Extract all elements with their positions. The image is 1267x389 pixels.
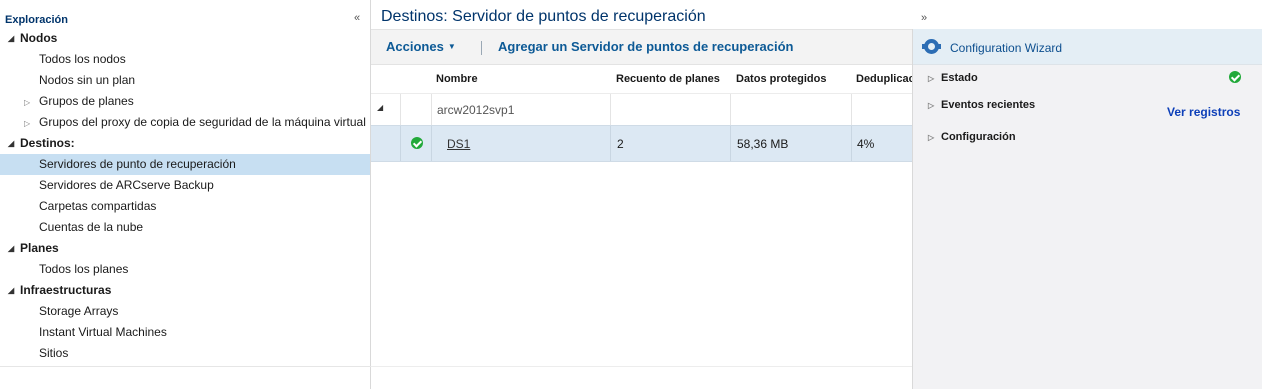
column-header-recuento[interactable]: Recuento de planes [616,73,720,85]
caret-down-icon: ▼ [447,42,456,51]
servers-grid: Nombre Recuento de planes Datos protegid… [371,66,915,162]
toolbar: Acciones ▼ Agregar un Servidor de puntos … [371,29,912,65]
exploration-header: Exploración « [0,0,370,28]
column-divider [851,126,852,161]
column-divider [610,126,611,161]
column-divider [610,94,611,125]
table-row[interactable]: DS1 2 58,36 MB 4% [371,125,912,162]
grid-footer [371,366,912,389]
section-label: Configuración [941,131,1016,143]
triangle-right-icon[interactable]: ▷ [928,101,934,110]
tree-item-instant-vms[interactable]: Instant Virtual Machines [0,322,370,343]
page-title: Destinos: Servidor de puntos de recupera… [381,8,706,25]
server-group-row[interactable]: ◢ arcw2012svp1 [371,93,912,125]
section-configuracion[interactable]: ▷ Configuración [913,131,1263,153]
tree-item-carpetas-compartidas[interactable]: Carpetas compartidas [0,196,370,217]
actions-menu-button[interactable]: Acciones ▼ [386,39,456,54]
datastore-link[interactable]: DS1 [447,137,470,151]
configuration-wizard-link[interactable]: Configuration Wizard [950,41,1062,55]
triangle-down-icon[interactable]: ◢ [8,28,20,49]
column-divider [730,126,731,161]
tree-item-cuentas-nube[interactable]: Cuentas de la nube [0,217,370,238]
tree-group-infraestructuras[interactable]: ◢ Infraestructuras [0,280,370,301]
protected-data-cell: 58,36 MB [737,137,789,151]
details-panel: Configuration Wizard ▷ Estado ▷ Eventos … [912,29,1262,389]
tree-item-label: Grupos de planes [39,94,134,108]
main-content: Destinos: Servidor de puntos de recupera… [371,0,915,389]
gear-icon [922,39,941,54]
exploration-panel: Exploración « ◢ Nodos Todos los nodos No… [0,0,371,389]
tree-item-servidores-punto-recuperacion[interactable]: Servidores de punto de recuperación [0,154,370,175]
grid-header: Nombre Recuento de planes Datos protegid… [371,66,915,93]
exploration-title: Exploración [5,14,68,26]
tree-group-label: Infraestructuras [20,283,112,297]
column-divider [730,94,731,125]
expand-right-icon[interactable]: » [921,12,927,24]
triangle-down-icon[interactable]: ◢ [8,133,20,154]
tree-item-grupos-de-planes[interactable]: ▷ Grupos de planes [0,91,370,112]
tree-group-planes[interactable]: ◢ Planes [0,238,370,259]
triangle-right-icon[interactable]: ▷ [928,74,934,83]
triangle-right-icon[interactable]: ▷ [24,92,39,113]
column-divider [400,94,401,125]
actions-label: Acciones [386,39,444,54]
tree-item-grupos-proxy[interactable]: ▷ Grupos del proxy de copia de seguridad … [0,112,370,133]
dedup-cell: 4% [857,137,875,151]
right-panel-header: » [912,0,1267,29]
check-circle-icon [411,137,423,152]
triangle-right-icon[interactable]: ▷ [24,113,39,134]
triangle-right-icon[interactable]: ▷ [928,133,934,142]
column-header-nombre[interactable]: Nombre [436,73,478,85]
tree-group-destinos[interactable]: ◢ Destinos: [0,133,370,154]
triangle-down-icon[interactable]: ◢ [8,238,20,259]
tree-item-sitios[interactable]: Sitios [0,343,370,364]
column-divider [400,126,401,161]
column-divider [851,94,852,125]
section-eventos-recientes[interactable]: ▷ Eventos recientes Ver registros [913,99,1263,129]
triangle-down-icon[interactable]: ◢ [8,280,20,301]
tree-item-todos-los-nodos[interactable]: Todos los nodos [0,49,370,70]
plan-count-cell: 2 [617,137,624,151]
column-divider [431,94,432,125]
exploration-footer [0,366,371,389]
toolbar-divider [481,41,482,55]
add-rps-button[interactable]: Agregar un Servidor de puntos de recuper… [498,39,793,54]
tree-group-label: Planes [20,241,59,255]
server-name: arcw2012svp1 [437,103,515,117]
view-logs-link[interactable]: Ver registros [1167,105,1240,119]
column-header-deduplicacion[interactable]: Deduplicac [856,73,915,85]
tree-item-nodos-sin-plan[interactable]: Nodos sin un plan [0,70,370,91]
section-estado[interactable]: ▷ Estado [913,71,1263,94]
tree-item-storage-arrays[interactable]: Storage Arrays [0,301,370,322]
section-label: Estado [941,72,978,84]
tree-item-servidores-arcserve-backup[interactable]: Servidores de ARCserve Backup [0,175,370,196]
section-label: Eventos recientes [941,99,1036,111]
tree-item-label: Grupos del proxy de copia de seguridad d… [39,115,366,129]
configuration-wizard-bar[interactable]: Configuration Wizard [913,29,1262,65]
tree-group-nodos[interactable]: ◢ Nodos [0,28,370,49]
column-divider [431,126,432,161]
tree-item-todos-los-planes[interactable]: Todos los planes [0,259,370,280]
check-circle-icon [1229,71,1241,86]
collapse-left-icon[interactable]: « [354,12,360,24]
tree-group-label: Destinos: [20,136,75,150]
tree-group-label: Nodos [20,31,58,45]
triangle-down-icon[interactable]: ◢ [377,103,383,112]
column-header-datos[interactable]: Datos protegidos [736,73,826,85]
